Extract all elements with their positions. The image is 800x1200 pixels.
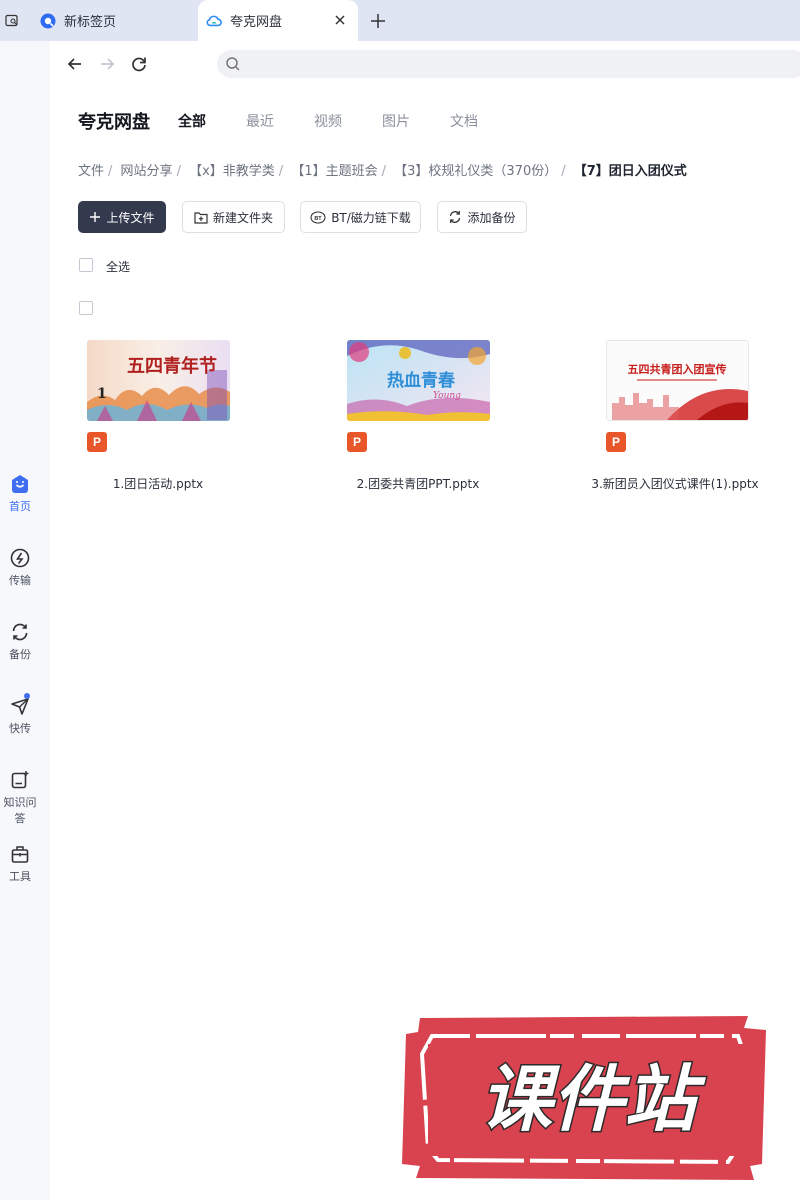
breadcrumb-item[interactable]: 文件 [78,164,104,179]
breadcrumb-item[interactable]: 网站分享 [121,164,173,179]
plus-icon [90,212,101,222]
file-name[interactable]: 3.新团员入团仪式课件(1).pptx [575,474,775,494]
watermark-stamp: 课件站 [398,1014,770,1182]
row-checkbox[interactable] [79,301,93,315]
svg-text:1: 1 [97,386,107,402]
breadcrumb-item[interactable]: 【3】校规礼仪类（370份） [394,164,557,179]
breadcrumb: 文件 / 网站分享 / 【x】非教学类 / 【1】主题班会 / 【3】校规礼仪类（370… [78,164,687,179]
folder-add-icon [194,211,208,224]
left-sidebar: 首页 传输 备份 快传 知识问答 工具 [0,41,50,1200]
address-bar[interactable] [217,50,800,78]
file-name[interactable]: 2.团委共青团PPT.pptx [318,474,518,494]
tab-quark-drive[interactable]: 夸克网盘 [198,0,358,41]
new-folder-button[interactable]: 新建文件夹 [182,201,285,233]
close-tab-icon[interactable] [332,12,348,28]
forward-arrow-icon[interactable] [96,53,118,75]
sidebar-item-tools[interactable]: 工具 [0,844,40,884]
tab-images[interactable]: 图片 [382,111,410,131]
breadcrumb-current: 【7】团日入团仪式 [573,164,687,179]
pptx-file-icon: P [606,432,626,452]
watermark-text: 课件站 [480,1057,706,1141]
select-all-checkbox[interactable] [79,258,93,272]
notification-dot [24,693,30,699]
tab-title: 夸克网盘 [230,15,283,30]
toolbox-icon [11,846,29,863]
tab-new-tab[interactable]: 新标签页 [28,0,198,41]
select-all-label: 全选 [106,260,131,274]
pptx-file-icon: P [87,432,107,452]
pptx-file-icon: P [347,432,367,452]
file-thumbnail: 五四共青团入团宣传 [606,340,749,421]
transfer-icon [10,548,30,568]
tab-video[interactable]: 视频 [314,111,342,131]
back-arrow-icon[interactable] [64,53,86,75]
reload-icon[interactable] [128,53,150,75]
navigation-bar [50,41,800,86]
bt-magnet-download-button[interactable]: BT BT/磁力链下载 [300,201,421,233]
file-thumbnail: 热血青春 Young [347,340,490,421]
backup-icon [12,623,28,641]
file-name[interactable]: 1.团日活动.pptx [58,474,258,494]
quick-send-icon [11,698,29,715]
upload-file-button[interactable]: 上传文件 [78,201,166,233]
app-brand-title: 夸克网盘 [78,112,150,133]
thumbnail-title-text: 热血青春 [387,370,455,391]
add-backup-button[interactable]: 添加备份 [437,201,527,233]
file-thumbnail: 五四青年节 1 [87,340,230,421]
sidebar-item-qa[interactable]: 知识问答 [0,770,40,826]
breadcrumb-item[interactable]: 【x】非教学类 [189,164,275,179]
thumbnail-title-text: 五四青年节 [127,355,217,377]
breadcrumb-item[interactable]: 【1】主题班会 [291,164,377,179]
new-tab-favicon-icon [40,13,56,28]
svg-text:BT: BT [315,215,323,221]
thumbnail-title-text: 五四共青团入团宣传 [628,362,727,376]
tab-search-icon[interactable] [0,8,24,34]
search-icon [226,57,240,71]
bt-icon: BT [310,210,326,224]
sidebar-item-quick-send[interactable]: 快传 [0,693,40,736]
sidebar-item-backup[interactable]: 备份 [0,622,40,662]
qa-icon [11,771,29,789]
sidebar-item-home[interactable]: 首页 [0,474,40,514]
backup-sync-icon [450,211,461,223]
home-icon [12,475,28,493]
tab-documents[interactable]: 文档 [450,111,478,131]
tab-title: 新标签页 [64,15,117,30]
tab-all[interactable]: 全部 [178,111,206,131]
browser-tab-bar: 新标签页 夸克网盘 [0,0,800,41]
new-tab-plus-icon[interactable] [368,11,388,31]
cloud-drive-favicon-icon [206,15,222,26]
tab-recent[interactable]: 最近 [246,111,274,131]
svg-text:Young: Young [433,391,461,401]
sidebar-item-transfer[interactable]: 传输 [0,548,40,588]
